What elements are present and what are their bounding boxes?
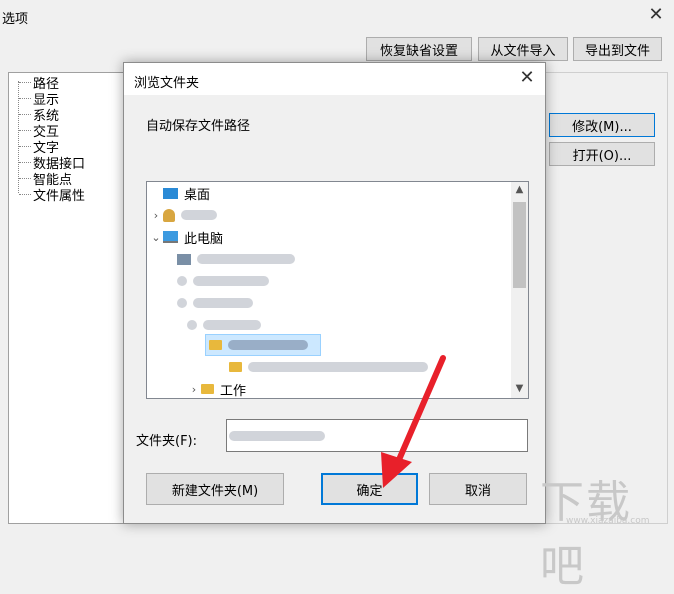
- watermark-url: www.xiazaiba.com: [566, 516, 650, 526]
- annotation-arrow-overlay: [381, 355, 446, 488]
- annotation-arrow-shaft: [395, 355, 446, 465]
- annotation-arrow-head: [381, 452, 412, 488]
- watermark-logo: 下载吧: [540, 477, 632, 592]
